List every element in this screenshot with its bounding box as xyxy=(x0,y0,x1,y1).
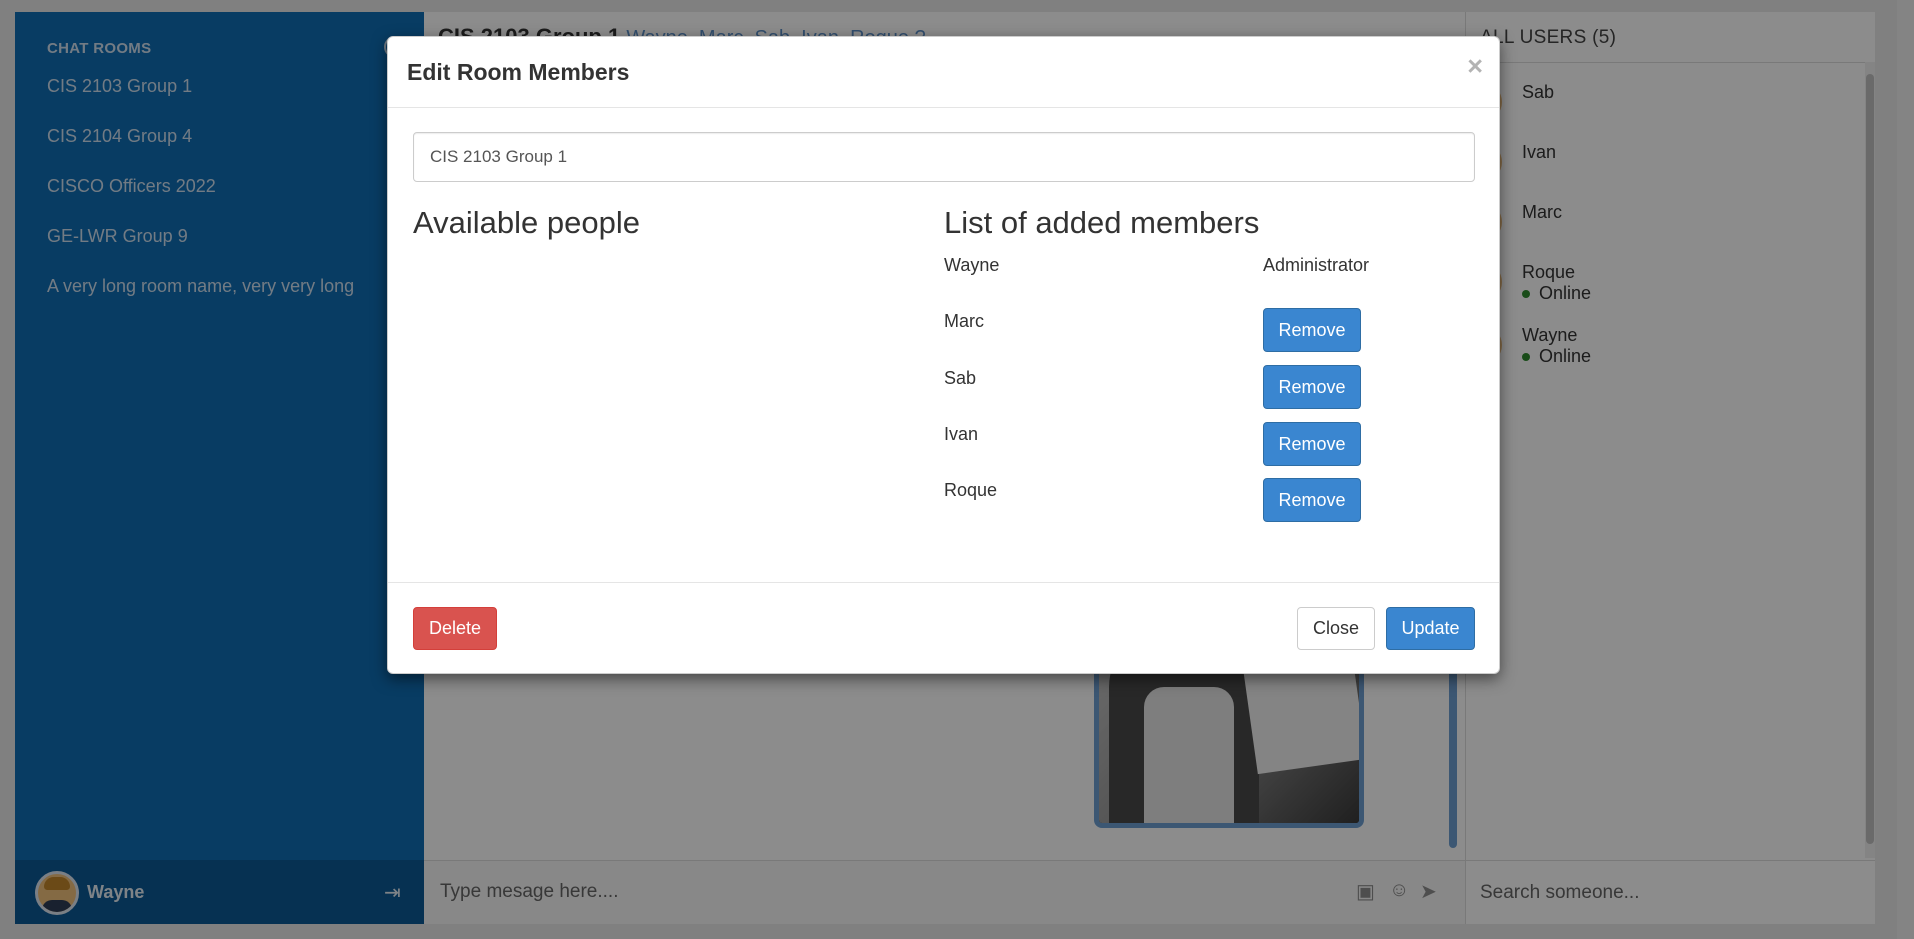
modal-header: Edit Room Members × xyxy=(388,37,1499,108)
remove-member-button[interactable]: Remove xyxy=(1263,308,1361,352)
close-icon[interactable]: × xyxy=(1467,53,1483,80)
available-people-heading: Available people xyxy=(413,205,640,240)
member-name: Ivan xyxy=(944,424,979,444)
edit-members-modal: Edit Room Members × Available people Lis… xyxy=(387,36,1500,674)
modal-title: Edit Room Members xyxy=(407,59,630,85)
remove-member-button[interactable]: Remove xyxy=(1263,422,1361,466)
delete-room-button[interactable]: Delete xyxy=(413,607,497,650)
close-button[interactable]: Close xyxy=(1297,607,1375,650)
update-button[interactable]: Update xyxy=(1386,607,1475,650)
remove-member-button[interactable]: Remove xyxy=(1263,365,1361,409)
added-members-heading: List of added members xyxy=(944,205,1260,240)
admin-role-label: Administrator xyxy=(1263,255,1370,275)
member-name: Roque xyxy=(944,480,998,500)
admin-member-name: Wayne xyxy=(944,255,1000,275)
member-name: Marc xyxy=(944,311,984,331)
member-name: Sab xyxy=(944,368,977,388)
room-name-input[interactable] xyxy=(413,132,1475,182)
modal-footer-divider xyxy=(388,582,1499,583)
remove-member-button[interactable]: Remove xyxy=(1263,478,1361,522)
